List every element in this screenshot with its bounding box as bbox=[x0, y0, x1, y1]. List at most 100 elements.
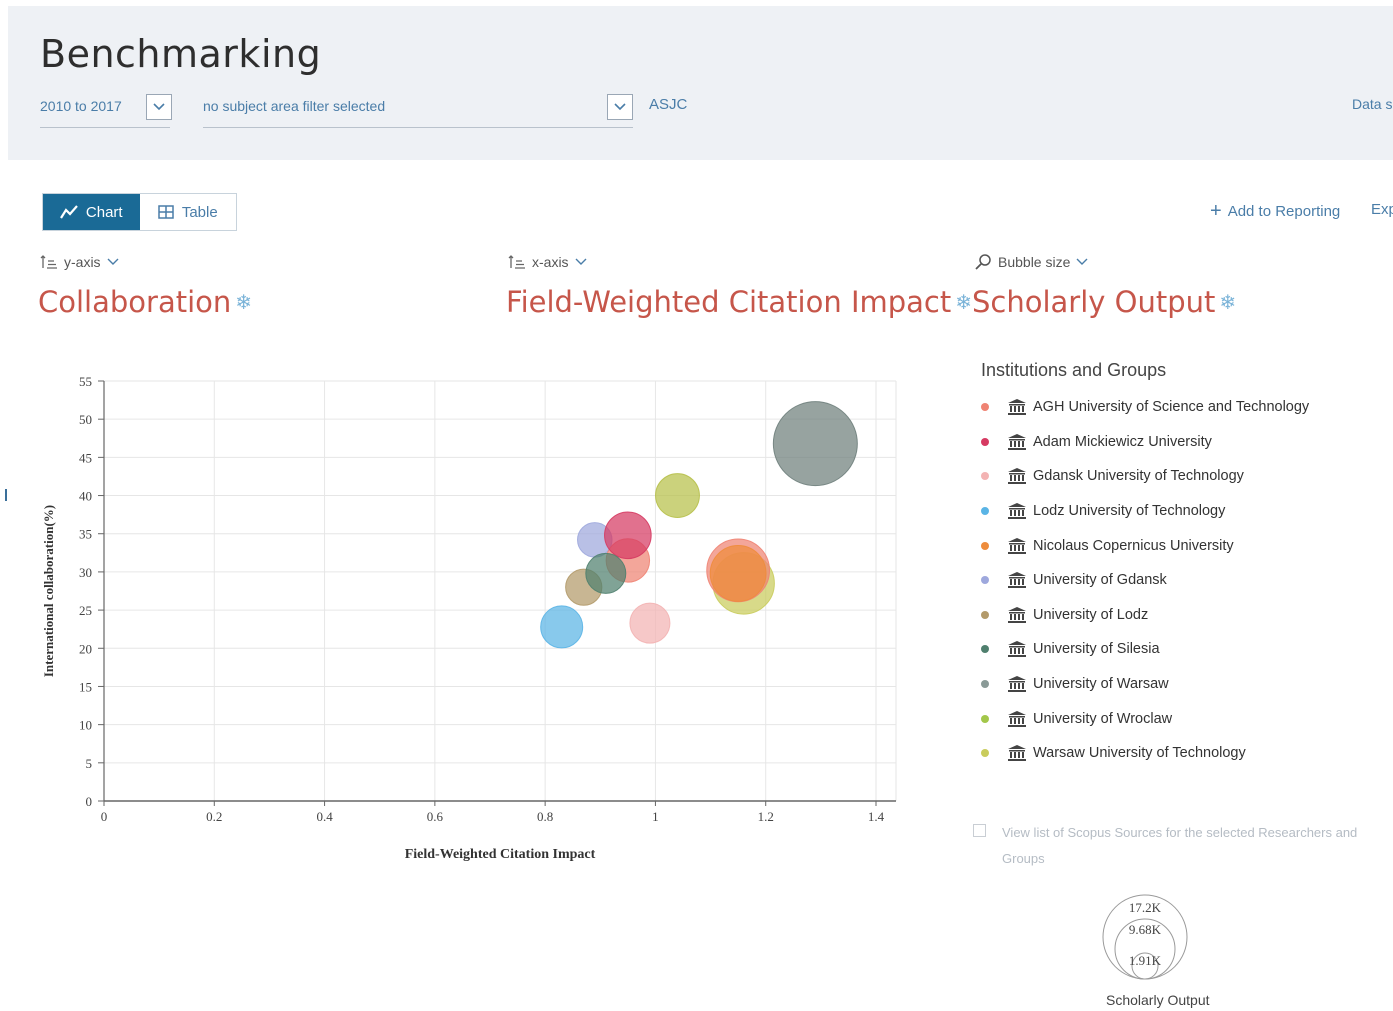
view-sources-option[interactable]: View list of Scopus Sources for the sele… bbox=[973, 820, 1393, 872]
data-bubble bbox=[655, 473, 700, 519]
view-sources-checkbox[interactable] bbox=[973, 824, 986, 837]
y-tick-label: 0 bbox=[86, 794, 93, 809]
legend-item-label: AGH University of Science and Technology bbox=[1033, 399, 1310, 416]
legend-title: Institutions and Groups bbox=[981, 360, 1167, 380]
institution-icon bbox=[1008, 606, 1026, 623]
legend-item-label: Warsaw University of Technology bbox=[1033, 745, 1246, 762]
institution-icon bbox=[1008, 503, 1026, 520]
legend-color-dot bbox=[981, 610, 989, 619]
x-tick-label: 0 bbox=[101, 809, 108, 824]
institution-icon bbox=[1008, 433, 1026, 450]
legend-color-dot bbox=[981, 576, 989, 585]
chevron-down-icon[interactable] bbox=[146, 94, 172, 120]
legend-color-dot bbox=[981, 472, 989, 481]
legend-item[interactable]: University of Gdansk bbox=[978, 563, 1309, 598]
legend-item-label: University of Warsaw bbox=[1033, 676, 1169, 693]
x-axis-metric[interactable]: Field-Weighted Citation Impact ❄ bbox=[506, 285, 972, 319]
y-axis-selector[interactable]: y-axis bbox=[40, 254, 119, 270]
y-tick-label: 5 bbox=[86, 756, 93, 771]
institution-icon bbox=[1008, 710, 1026, 727]
legend-item-label: University of Silesia bbox=[1033, 641, 1160, 658]
snowflake-icon: ❄ bbox=[1219, 290, 1237, 314]
bubble-key-caption: Scholarly Output bbox=[1106, 992, 1210, 1008]
bubble-size-metric[interactable]: Scholarly Output ❄ bbox=[972, 285, 1236, 319]
legend-color-dot bbox=[981, 437, 989, 446]
date-range-value: 2010 to 2017 bbox=[40, 98, 122, 114]
legend-color-dot bbox=[981, 541, 989, 550]
page-title: Benchmarking bbox=[40, 32, 322, 76]
key-label-medium: 9.68K bbox=[1129, 922, 1162, 937]
table-view-label: Table bbox=[181, 203, 218, 221]
legend-list: AGH University of Science and Technology… bbox=[978, 390, 1309, 771]
legend-color-dot bbox=[981, 403, 989, 412]
view-sources-label: View list of Scopus Sources for the sele… bbox=[1002, 825, 1358, 866]
add-to-reporting-button[interactable]: + Add to Reporting bbox=[1210, 200, 1340, 223]
x-axis-label: x-axis bbox=[532, 254, 569, 270]
legend-item[interactable]: Adam Mickiewicz University bbox=[978, 425, 1309, 460]
legend-item[interactable]: University of Wroclaw bbox=[978, 701, 1309, 736]
chevron-down-icon bbox=[575, 258, 587, 265]
bubble-size-label: Bubble size bbox=[998, 254, 1071, 270]
export-button[interactable]: Exp bbox=[1371, 201, 1393, 218]
institution-icon bbox=[1008, 399, 1026, 416]
chevron-down-icon bbox=[1076, 258, 1088, 265]
chart-view-button[interactable]: Chart bbox=[43, 194, 140, 230]
legend-item[interactable]: AGH University of Science and Technology bbox=[978, 390, 1309, 425]
y-tick-label: 30 bbox=[79, 565, 92, 580]
institution-icon bbox=[1008, 468, 1026, 485]
chevron-down-icon[interactable] bbox=[607, 94, 633, 120]
y-tick-label: 55 bbox=[79, 374, 92, 389]
legend-item[interactable]: University of Warsaw bbox=[978, 667, 1309, 702]
y-axis-title: International collaboration(%) bbox=[41, 505, 56, 677]
x-tick-label: 1.2 bbox=[758, 809, 774, 824]
snowflake-icon: ❄ bbox=[235, 290, 253, 314]
y-tick-label: 45 bbox=[79, 450, 92, 465]
x-axis-metric-name: Field-Weighted Citation Impact bbox=[506, 285, 952, 319]
line-chart-icon bbox=[59, 205, 78, 219]
table-view-button[interactable]: Table bbox=[139, 194, 236, 230]
y-tick-label: 10 bbox=[79, 718, 92, 733]
bubble-size-metric-name: Scholarly Output bbox=[972, 285, 1216, 319]
data-bubble bbox=[585, 552, 627, 594]
legend-item-label: Adam Mickiewicz University bbox=[1033, 433, 1212, 450]
asjc-link[interactable]: ASJC bbox=[649, 96, 687, 113]
legend-item[interactable]: University of Lodz bbox=[978, 598, 1309, 633]
legend-item[interactable]: Lodz University of Technology bbox=[978, 494, 1309, 529]
legend-item-label: University of Wroclaw bbox=[1033, 710, 1173, 727]
y-tick-label: 25 bbox=[79, 603, 92, 618]
add-to-reporting-label: Add to Reporting bbox=[1227, 203, 1341, 220]
y-axis-metric-name: Collaboration bbox=[38, 285, 232, 319]
institution-icon bbox=[1008, 745, 1026, 762]
legend-item[interactable]: University of Silesia bbox=[978, 632, 1309, 667]
y-tick-label: 50 bbox=[79, 412, 92, 427]
legend-color-dot bbox=[981, 714, 989, 723]
institution-icon bbox=[1008, 676, 1026, 693]
legend-item[interactable]: Warsaw University of Technology bbox=[978, 736, 1309, 771]
snowflake-icon: ❄ bbox=[955, 290, 973, 314]
sort-axis-icon bbox=[508, 255, 525, 269]
data-source-link[interactable]: Data s bbox=[1352, 96, 1392, 112]
subject-area-select[interactable]: no subject area filter selected bbox=[203, 94, 633, 128]
chart-view-label: Chart bbox=[85, 203, 123, 221]
date-range-select[interactable]: 2010 to 2017 bbox=[40, 94, 172, 128]
key-label-small: 1.91K bbox=[1129, 953, 1162, 968]
data-bubble bbox=[709, 545, 767, 602]
legend-item-label: University of Lodz bbox=[1033, 606, 1149, 623]
legend-item-label: Lodz University of Technology bbox=[1033, 503, 1226, 520]
y-axis-metric[interactable]: Collaboration ❄ bbox=[38, 285, 252, 319]
data-bubble bbox=[772, 401, 858, 487]
legend-color-dot bbox=[981, 749, 989, 758]
x-axis-selector[interactable]: x-axis bbox=[508, 254, 587, 270]
view-toggle: Chart Table bbox=[42, 193, 237, 231]
legend-color-dot bbox=[981, 507, 989, 516]
key-label-large: 17.2K bbox=[1129, 900, 1162, 915]
legend-item[interactable]: Gdansk University of Technology bbox=[978, 459, 1309, 494]
legend-item-label: Gdansk University of Technology bbox=[1033, 468, 1244, 485]
y-tick-label: 15 bbox=[79, 679, 92, 694]
bubble-chart: 0 0.2 0.4 0.6 0.8 1 1.2 1.4 0 5 10 15 20 25 30 35 40 45 50… bbox=[41, 374, 897, 862]
bubble-size-selector[interactable]: Bubble size bbox=[974, 254, 1088, 270]
x-tick-label: 1 bbox=[652, 809, 659, 824]
legend-item[interactable]: Nicolaus Copernicus University bbox=[978, 528, 1309, 563]
y-tick-label: 20 bbox=[79, 641, 92, 656]
institution-icon bbox=[1008, 537, 1026, 554]
